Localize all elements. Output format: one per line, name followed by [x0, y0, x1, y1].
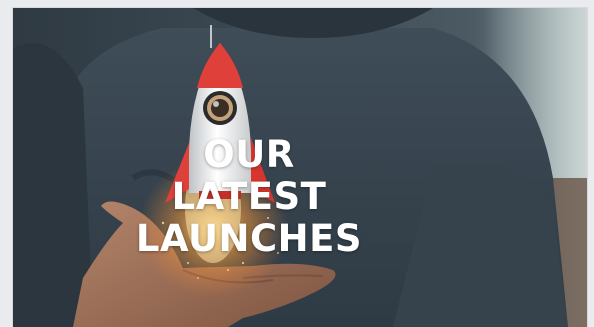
hero-banner[interactable]: OUR LATEST LAUNCHES	[12, 7, 588, 327]
hero-title: OUR LATEST LAUNCHES	[13, 134, 587, 260]
hero-title-line2: LAUNCHES	[135, 217, 363, 260]
page-background: OUR LATEST LAUNCHES	[0, 0, 594, 327]
hero-title-line1: OUR LATEST	[171, 133, 327, 218]
